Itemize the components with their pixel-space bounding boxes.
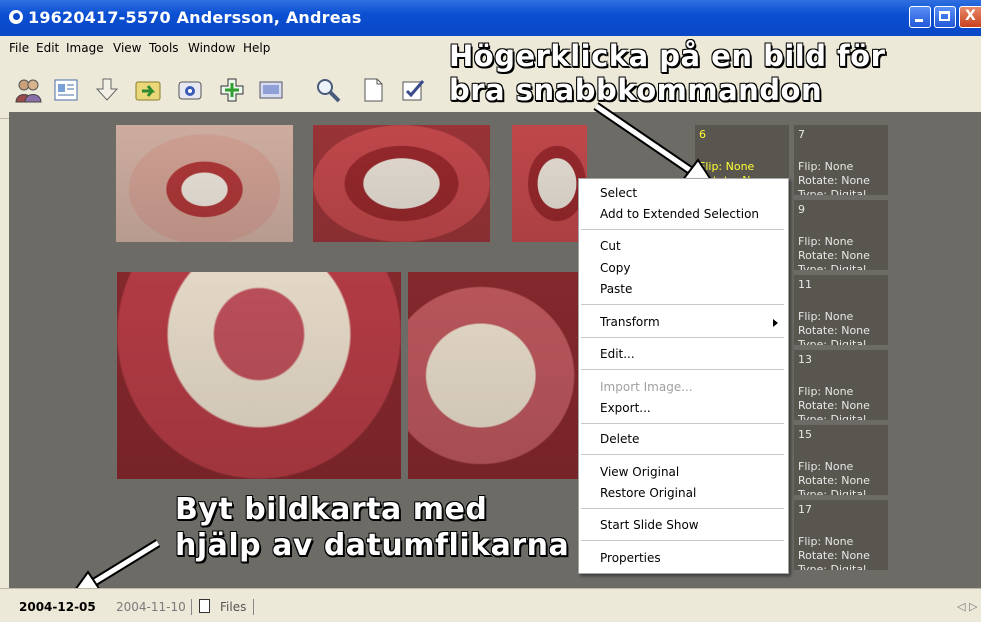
menu-item-transform[interactable]: Transform [600, 315, 660, 329]
menu-separator [581, 454, 784, 455]
menu-item-import-image: Import Image... [600, 380, 693, 394]
menu-separator [581, 369, 784, 370]
menu-item-restore-original[interactable]: Restore Original [600, 486, 696, 500]
tab-scroll-arrows-icon[interactable]: ◁ ▷ [957, 600, 977, 613]
menu-item-delete[interactable]: Delete [600, 432, 639, 446]
menu-item-paste[interactable]: Paste [600, 282, 632, 296]
date-tabs-bar: 2004-12-05 2004-11-10 Files ◁ ▷ [0, 588, 981, 622]
submenu-arrow-icon [773, 319, 778, 327]
tab-files[interactable]: Files [220, 600, 246, 614]
menu-item-view-original[interactable]: View Original [600, 465, 679, 479]
menu-item-select[interactable]: Select [600, 186, 637, 200]
arrow-to-tab [86, 540, 160, 589]
tab-divider [191, 599, 192, 615]
menu-item-start-slide-show[interactable]: Start Slide Show [600, 518, 699, 532]
tab-date[interactable]: 2004-11-10 [116, 600, 186, 614]
tab-date-active[interactable]: 2004-12-05 [19, 600, 96, 614]
menu-separator [581, 540, 784, 541]
menu-separator [581, 508, 784, 509]
menu-item-export[interactable]: Export... [600, 401, 651, 415]
annotation-arrows [67, 102, 720, 599]
menu-separator [581, 423, 784, 424]
menu-separator [581, 337, 784, 338]
menu-separator [581, 229, 784, 230]
menu-item-cut[interactable]: Cut [600, 239, 621, 253]
menu-separator [581, 304, 784, 305]
file-icon [199, 599, 210, 613]
arrow-to-menu [594, 103, 702, 180]
menu-item-add-extended-selection[interactable]: Add to Extended Selection [600, 207, 759, 221]
context-menu: Select Add to Extended Selection Cut Cop… [578, 178, 789, 574]
menu-item-edit[interactable]: Edit... [600, 347, 635, 361]
tab-divider [253, 599, 254, 615]
menu-item-copy[interactable]: Copy [600, 261, 630, 275]
menu-item-properties[interactable]: Properties [600, 551, 661, 565]
